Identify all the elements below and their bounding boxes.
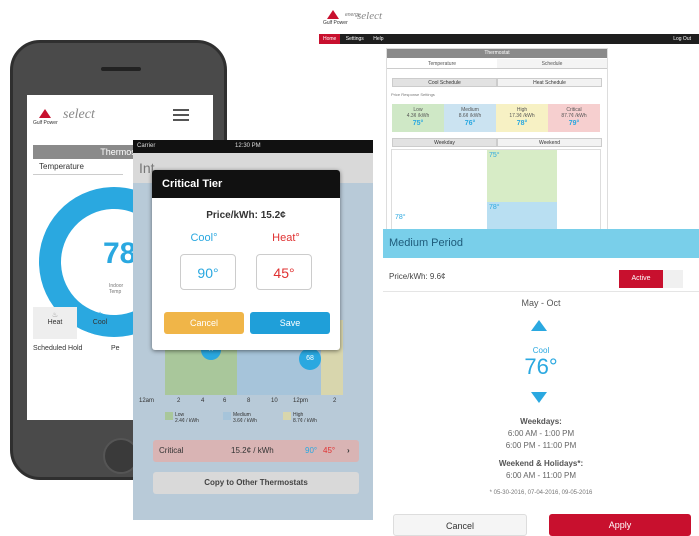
chart-temp-label: 78° xyxy=(489,204,500,211)
dialog-title: Critical Tier xyxy=(152,170,340,198)
nav-logout-link[interactable]: Log Out xyxy=(669,34,695,44)
legend-low: Low 2.4¢ / kWh xyxy=(175,412,199,424)
top-nav-bar: Home Settings Help Log Out xyxy=(319,34,699,44)
period-detail-card: Price/kWh: 9.6¢ Active May - Oct Cool 76… xyxy=(383,258,699,536)
gulf-power-logo: Gulf Power energy select xyxy=(323,10,443,28)
heat-mode-button[interactable]: ♨ Heat xyxy=(33,307,77,339)
chart-temp-label: 75° xyxy=(489,152,500,159)
nav-help-link[interactable]: Help xyxy=(369,34,387,44)
logo-triangle-icon xyxy=(327,10,339,19)
copy-to-thermostats-button[interactable]: Copy to Other Thermostats xyxy=(153,472,359,494)
weekend-title: Weekend & Holidays*: xyxy=(498,459,584,468)
heat-setpoint-label: Heat° xyxy=(272,232,300,244)
dialog-cancel-button[interactable]: Cancel xyxy=(164,312,244,334)
cool-mode-button[interactable]: ✲ Cool xyxy=(81,307,119,339)
heat-icon: ♨ xyxy=(51,312,59,319)
holidays-note: * 05-30-2016, 07-04-2016, 09-05-2016 xyxy=(489,490,593,496)
active-badge[interactable]: Active xyxy=(619,270,663,288)
heat-setpoint-input[interactable]: 45° xyxy=(256,254,312,290)
dialog-save-button[interactable]: Save xyxy=(250,312,330,334)
nav-home-link[interactable]: Home xyxy=(319,34,341,44)
phone-temp-value: 78 xyxy=(103,237,137,270)
legend-medium: Medium 3.6¢ / kWh xyxy=(233,412,257,424)
logo-brand-text: Gulf Power xyxy=(33,120,58,126)
cool-temp-value: 76° xyxy=(524,354,558,379)
status-bar: Carrier 12:30 PM xyxy=(133,140,373,153)
tab-schedule[interactable]: Schedule xyxy=(497,59,607,69)
weekdays-title: Weekdays: xyxy=(520,417,562,426)
snowflake-icon: ✲ xyxy=(97,312,103,319)
legend-medium-swatch xyxy=(223,412,231,420)
scheduled-hold-label[interactable]: Scheduled Hold xyxy=(33,345,82,352)
phone-tab-temperature[interactable]: Temperature xyxy=(33,159,123,175)
critical-tier-row[interactable]: Critical 15.2¢ / kWh 90° 45° › xyxy=(153,440,359,462)
price-label: Price/kWh: 9.6¢ xyxy=(389,272,446,281)
chevron-right-icon: › xyxy=(347,446,350,455)
season-label: May - Oct xyxy=(521,298,561,308)
legend-high: High 8.7¢ / kWh xyxy=(293,412,317,424)
tier-high[interactable]: High 17.3¢ /kWh 78° xyxy=(496,104,548,132)
legend-high-swatch xyxy=(283,412,291,420)
thermostat-panel: Thermostat Temperature Schedule Cool Sch… xyxy=(386,48,608,240)
price-settings-label: Price Response Settings xyxy=(391,92,435,97)
permanent-hold-label[interactable]: Pe xyxy=(111,345,120,352)
indoor-temp-label: Indoor Temp xyxy=(109,283,124,295)
schedule-chart: 75° 78° 78° xyxy=(391,149,601,240)
price-row: Price/kWh: 9.6¢ Active xyxy=(383,258,699,292)
tab-weekday[interactable]: Weekday xyxy=(392,138,497,147)
weekdays-time: 6:00 PM - 11:00 PM xyxy=(505,441,577,450)
phone-speaker xyxy=(101,67,141,71)
tab-weekend[interactable]: Weekend xyxy=(497,138,602,147)
menu-icon[interactable] xyxy=(173,109,189,121)
medium-period-header: Medium Period xyxy=(383,229,699,258)
weekend-time: 6:00 AM - 11:00 PM xyxy=(505,471,577,480)
tier-critical[interactable]: Critical 87.7¢ /kWh 79° xyxy=(548,104,600,132)
logo-triangle-icon xyxy=(39,109,51,118)
tab-temperature[interactable]: Temperature xyxy=(387,59,497,69)
panel-title: Thermostat xyxy=(387,49,607,58)
dialog-price: Price/kWh: 15.2¢ xyxy=(206,210,286,221)
legend-low-swatch xyxy=(165,412,173,420)
tier-medium[interactable]: Medium 8.6¢ /kWh 76° xyxy=(444,104,496,132)
weekdays-time: 6:00 AM - 1:00 PM xyxy=(507,429,575,438)
heat-schedule-button[interactable]: Heat Schedule xyxy=(497,78,602,87)
apply-button[interactable]: Apply xyxy=(549,514,691,536)
cool-setpoint-input[interactable]: 90° xyxy=(180,254,236,290)
tier-low[interactable]: Low 4.3¢ /kWh 75° xyxy=(392,104,444,132)
decrease-temp-icon[interactable] xyxy=(531,392,547,403)
logo-brand-text: Gulf Power xyxy=(323,20,348,26)
increase-temp-icon[interactable] xyxy=(531,320,547,331)
nav-settings-link[interactable]: Settings xyxy=(342,34,368,44)
critical-tier-dialog: Critical Tier Price/kWh: 15.2¢ Cool° Hea… xyxy=(152,170,340,350)
cool-schedule-button[interactable]: Cool Schedule xyxy=(392,78,497,87)
toggle-off-part[interactable] xyxy=(663,270,683,288)
cancel-button[interactable]: Cancel xyxy=(393,514,527,536)
cool-setpoint-label: Cool° xyxy=(190,232,218,244)
schedule-point-bubble[interactable]: 68 xyxy=(299,348,321,370)
logo-product-text: select xyxy=(357,10,383,22)
logo-product-text: select xyxy=(63,107,95,122)
chart-temp-label: 78° xyxy=(395,214,406,221)
